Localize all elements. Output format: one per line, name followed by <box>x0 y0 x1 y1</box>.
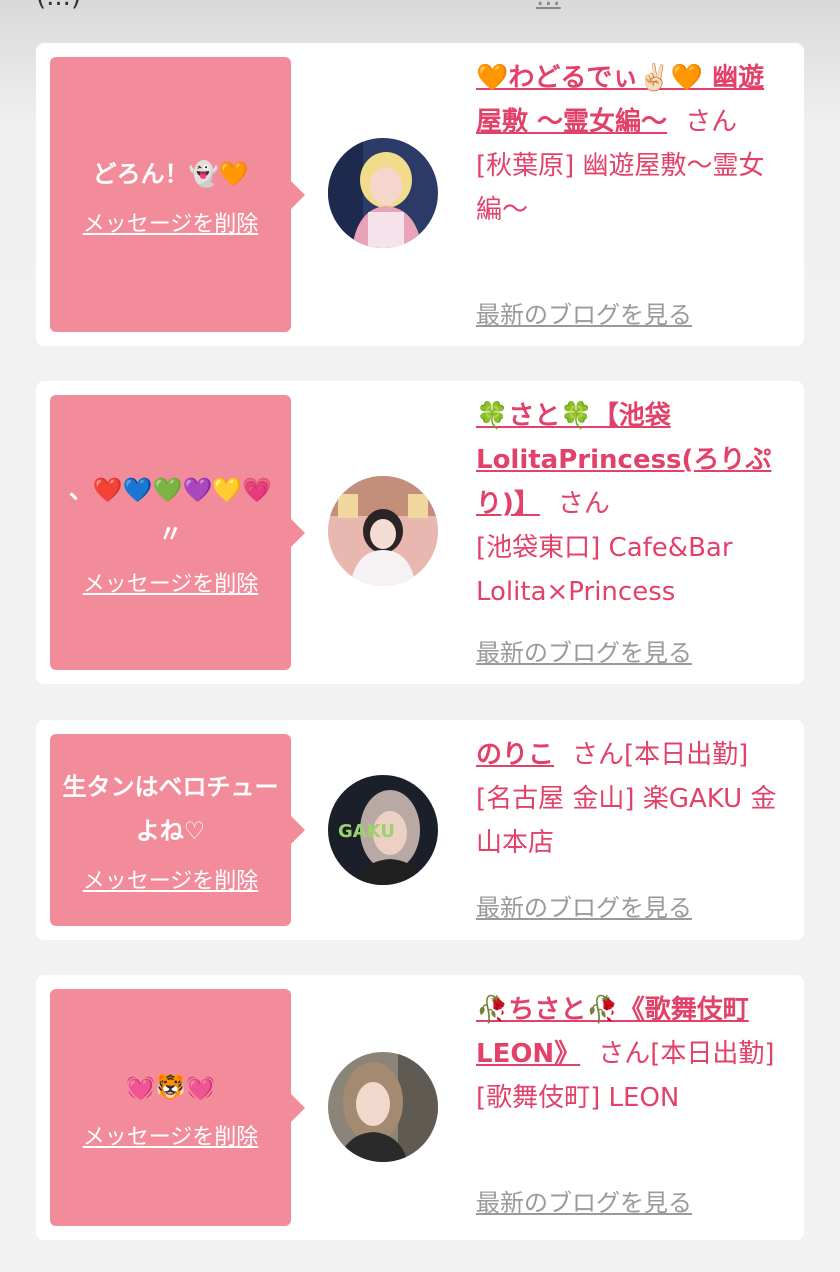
avatar[interactable] <box>328 476 438 586</box>
avatar[interactable]: GAKU <box>328 775 438 885</box>
latest-blog-link[interactable]: 最新のブログを見る <box>476 888 692 923</box>
message-bubble: 、❤️💙💚💜💛💗〃 メッセージを削除 <box>50 395 305 670</box>
avatar-photo-icon <box>328 138 438 248</box>
honorific-label: さん <box>572 740 625 770</box>
sender-info: のりこ さん[本日出勤] [名古屋 金山] 楽GAKU 金山本店 <box>476 733 786 865</box>
message-card: どろん！👻🧡 メッセージを削除 🧡わどるでぃ✌🏻🧡 幽遊屋敷 〜霊女編〜 さん [… <box>36 43 804 346</box>
partial-header-link[interactable]: ... <box>536 0 804 10</box>
avatar[interactable] <box>328 138 438 248</box>
message-bubble: どろん！👻🧡 メッセージを削除 <box>50 57 305 332</box>
delete-message-link[interactable]: メッセージを削除 <box>83 1119 259 1151</box>
shop-label: [歌舞伎町] LEON <box>476 1083 680 1113</box>
avatar-photo-icon <box>328 1052 438 1162</box>
delete-message-link[interactable]: メッセージを削除 <box>83 863 259 895</box>
latest-blog-link[interactable]: 最新のブログを見る <box>476 633 692 668</box>
message-text: どろん！👻🧡 <box>92 159 249 188</box>
sender-name-link[interactable]: 🍀さと🍀【池袋LolitaPrincess(ろりぷり)】 <box>476 401 771 519</box>
message-card: 生タンはベロチューよね♡ メッセージを削除 GAKU のりこ さん[本日出勤] [… <box>36 720 804 940</box>
delete-message-link[interactable]: メッセージを削除 <box>83 566 259 598</box>
sender-info: 🍀さと🍀【池袋LolitaPrincess(ろりぷり)】 さん [池袋東口] Ca… <box>476 394 786 614</box>
message-text: 💓🐯💓 <box>125 1072 216 1101</box>
top-partial-row: (...) ... <box>0 0 840 10</box>
sender-info: 🧡わどるでぃ✌🏻🧡 幽遊屋敷 〜霊女編〜 さん [秋葉原] 幽遊屋敷〜霊女編〜 <box>476 56 786 232</box>
honorific-label: さん <box>598 1039 651 1069</box>
status-label: [本日出勤] <box>624 740 749 770</box>
status-label: [本日出勤] <box>650 1039 775 1069</box>
latest-blog-link[interactable]: 最新のブログを見る <box>476 295 692 330</box>
latest-blog-link[interactable]: 最新のブログを見る <box>476 1183 692 1218</box>
shop-label: [秋葉原] 幽遊屋敷〜霊女編〜 <box>476 151 765 225</box>
avatar-photo-icon <box>328 476 438 586</box>
sender-name-link[interactable]: のりこ <box>476 740 554 770</box>
honorific-label: さん <box>557 489 610 519</box>
partial-header-text: (...) <box>36 0 81 10</box>
shop-label: [池袋東口] Cafe&Bar Lolita×Princess <box>476 533 733 607</box>
delete-message-link[interactable]: メッセージを削除 <box>83 206 259 238</box>
avatar-photo-icon: GAKU <box>328 775 438 885</box>
avatar[interactable] <box>328 1052 438 1162</box>
message-text: 生タンはベロチューよね♡ <box>62 773 279 845</box>
message-bubble: 生タンはベロチューよね♡ メッセージを削除 <box>50 734 305 926</box>
shop-label: [名古屋 金山] 楽GAKU 金山本店 <box>476 784 777 858</box>
svg-text:GAKU: GAKU <box>338 821 395 842</box>
honorific-label: さん <box>685 107 738 137</box>
message-card: 、❤️💙💚💜💛💗〃 メッセージを削除 🍀さと🍀【池袋LolitaPrincess… <box>36 381 804 684</box>
sender-info: 🥀ちさと🥀《歌舞伎町LEON》 さん[本日出勤] [歌舞伎町] LEON <box>476 988 786 1120</box>
message-card: 💓🐯💓 メッセージを削除 🥀ちさと🥀《歌舞伎町LEON》 さん[本日出勤] [歌舞… <box>36 975 804 1240</box>
message-bubble: 💓🐯💓 メッセージを削除 <box>50 989 305 1226</box>
message-text: 、❤️💙💚💜💛💗〃 <box>68 475 273 548</box>
